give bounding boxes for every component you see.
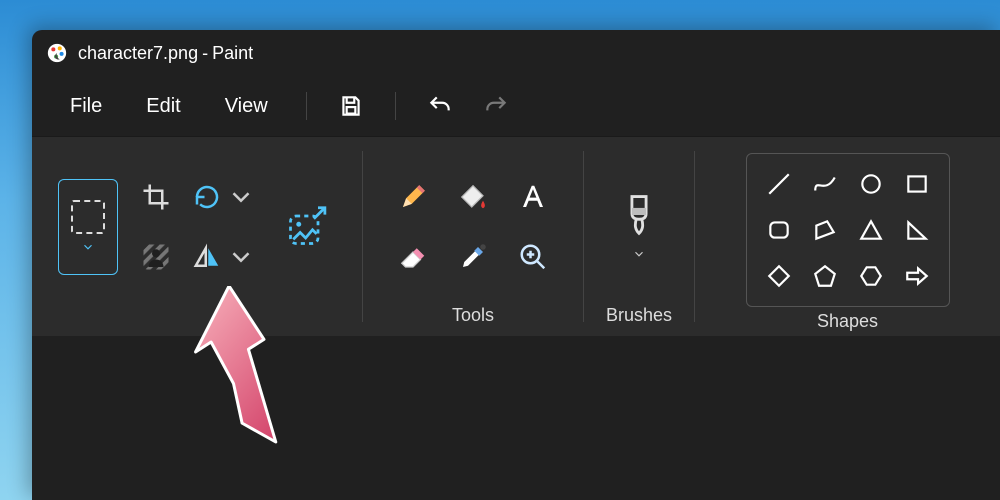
title-appname: Paint [212,43,253,64]
flip-button[interactable] [188,229,260,285]
ribbon: . [32,136,1000,336]
shape-line[interactable] [757,162,801,206]
select-tool[interactable] [58,179,118,275]
separator [395,92,396,120]
rotate-button[interactable] [188,169,260,225]
chevron-down-icon [226,182,256,212]
group-shapes: Shapes [695,137,1000,336]
save-button[interactable] [327,84,375,128]
menubar: File Edit View [32,76,1000,136]
color-picker-tool[interactable] [445,229,501,285]
group-image: . [32,137,362,336]
shape-triangle[interactable] [849,208,893,252]
crop-button[interactable] [128,169,184,225]
menu-view[interactable]: View [207,87,286,126]
shape-curve[interactable] [803,162,847,206]
remove-background-button[interactable] [128,229,184,285]
resize-image-button[interactable] [274,194,340,260]
shape-right-arrow[interactable] [895,254,939,298]
shapes-gallery [746,153,950,307]
shape-polygon[interactable] [803,208,847,252]
group-brushes: Brushes [584,137,694,336]
text-tool[interactable] [505,169,561,225]
group-tools-label: Tools [452,305,494,326]
select-marquee-icon [71,200,105,234]
magnifier-tool[interactable] [505,229,561,285]
shape-oval[interactable] [849,162,893,206]
title-filename: character7.png [78,43,198,64]
pencil-tool[interactable] [385,169,441,225]
title-separator: - [202,43,208,64]
menu-edit[interactable]: Edit [128,87,198,126]
redo-button[interactable] [472,84,520,128]
chevron-down-icon [226,242,256,272]
chevron-down-icon [632,247,646,261]
shape-pentagon[interactable] [803,254,847,298]
separator [306,92,307,120]
paint-app-icon [46,42,68,64]
undo-button[interactable] [416,84,464,128]
eraser-tool[interactable] [385,229,441,285]
shape-hexagon[interactable] [849,254,893,298]
chevron-down-icon [81,240,95,254]
group-tools: Tools [363,137,583,336]
shape-rounded-rectangle[interactable] [757,208,801,252]
titlebar: character7.png - Paint [32,30,1000,76]
brushes-button[interactable] [609,179,669,275]
group-brushes-label: Brushes [606,305,672,326]
menu-file[interactable]: File [52,87,120,126]
group-shapes-label: Shapes [817,311,878,332]
fill-tool[interactable] [445,169,501,225]
shape-diamond[interactable] [757,254,801,298]
shape-right-triangle[interactable] [895,208,939,252]
app-window: character7.png - Paint File Edit View [32,30,1000,500]
shape-rectangle[interactable] [895,162,939,206]
